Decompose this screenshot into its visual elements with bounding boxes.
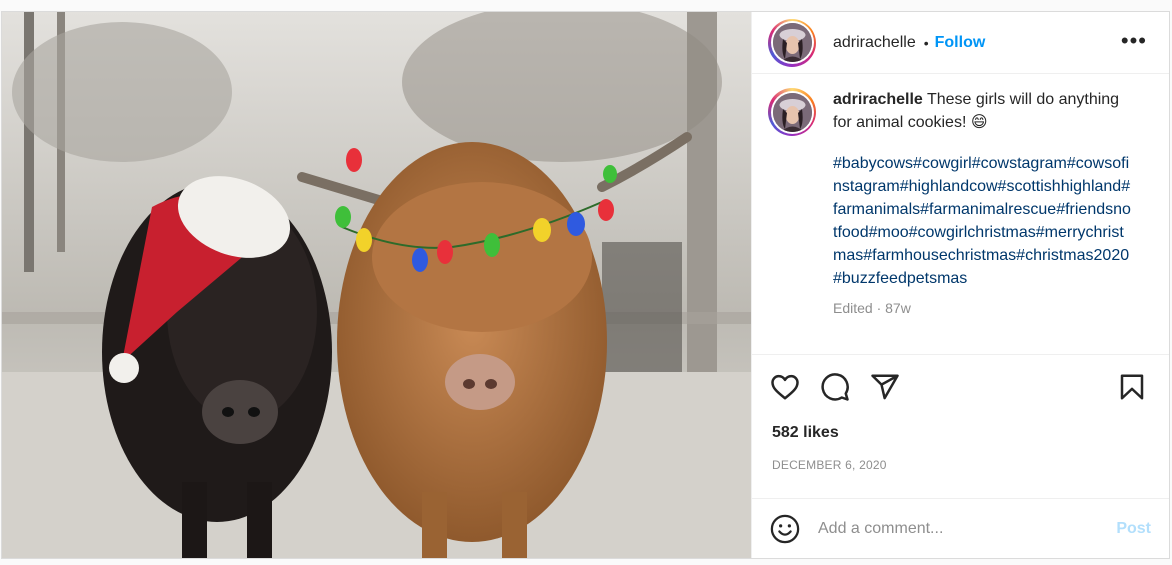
follow-button[interactable]: Follow [935,34,986,52]
separator-dot: • [923,34,929,51]
post-sidebar: adrirachelle • Follow ••• adrirachelle T… [751,12,1169,558]
post-photo[interactable] [2,12,751,558]
caption-section: adrirachelle These girls will do anythin… [752,74,1169,354]
avatar-image [772,92,812,132]
caption-avatar[interactable] [768,88,816,136]
caption: adrirachelle These girls will do anythin… [833,88,1133,320]
avatar-image [772,23,812,62]
more-options-icon[interactable]: ••• [1121,30,1147,52]
heart-icon[interactable] [770,372,800,402]
bookmark-icon[interactable] [1117,372,1147,402]
post-header: adrirachelle • Follow ••• [752,12,1169,74]
action-bar [752,354,1169,418]
likes-count[interactable]: 582 likes [752,418,1169,442]
cows-photo [2,12,751,558]
author-username[interactable]: adrirachelle [833,34,916,52]
post-comment-button[interactable]: Post [1116,520,1151,538]
comment-box: Post [752,498,1169,558]
caption-username[interactable]: adrirachelle [833,91,923,108]
caption-hashtags[interactable]: #babycows#cowgirl#cowstagram#cowsofinsta… [833,152,1133,290]
emoji-icon[interactable] [770,514,800,544]
comment-input[interactable] [818,519,1117,538]
edited-meta: Edited · 87w [833,300,911,316]
share-icon[interactable] [870,372,900,402]
comment-icon[interactable] [820,372,850,402]
post-card: adrirachelle • Follow ••• adrirachelle T… [1,11,1170,559]
post-date[interactable]: DECEMBER 6, 2020 [752,442,1169,498]
author-avatar[interactable] [768,18,816,67]
